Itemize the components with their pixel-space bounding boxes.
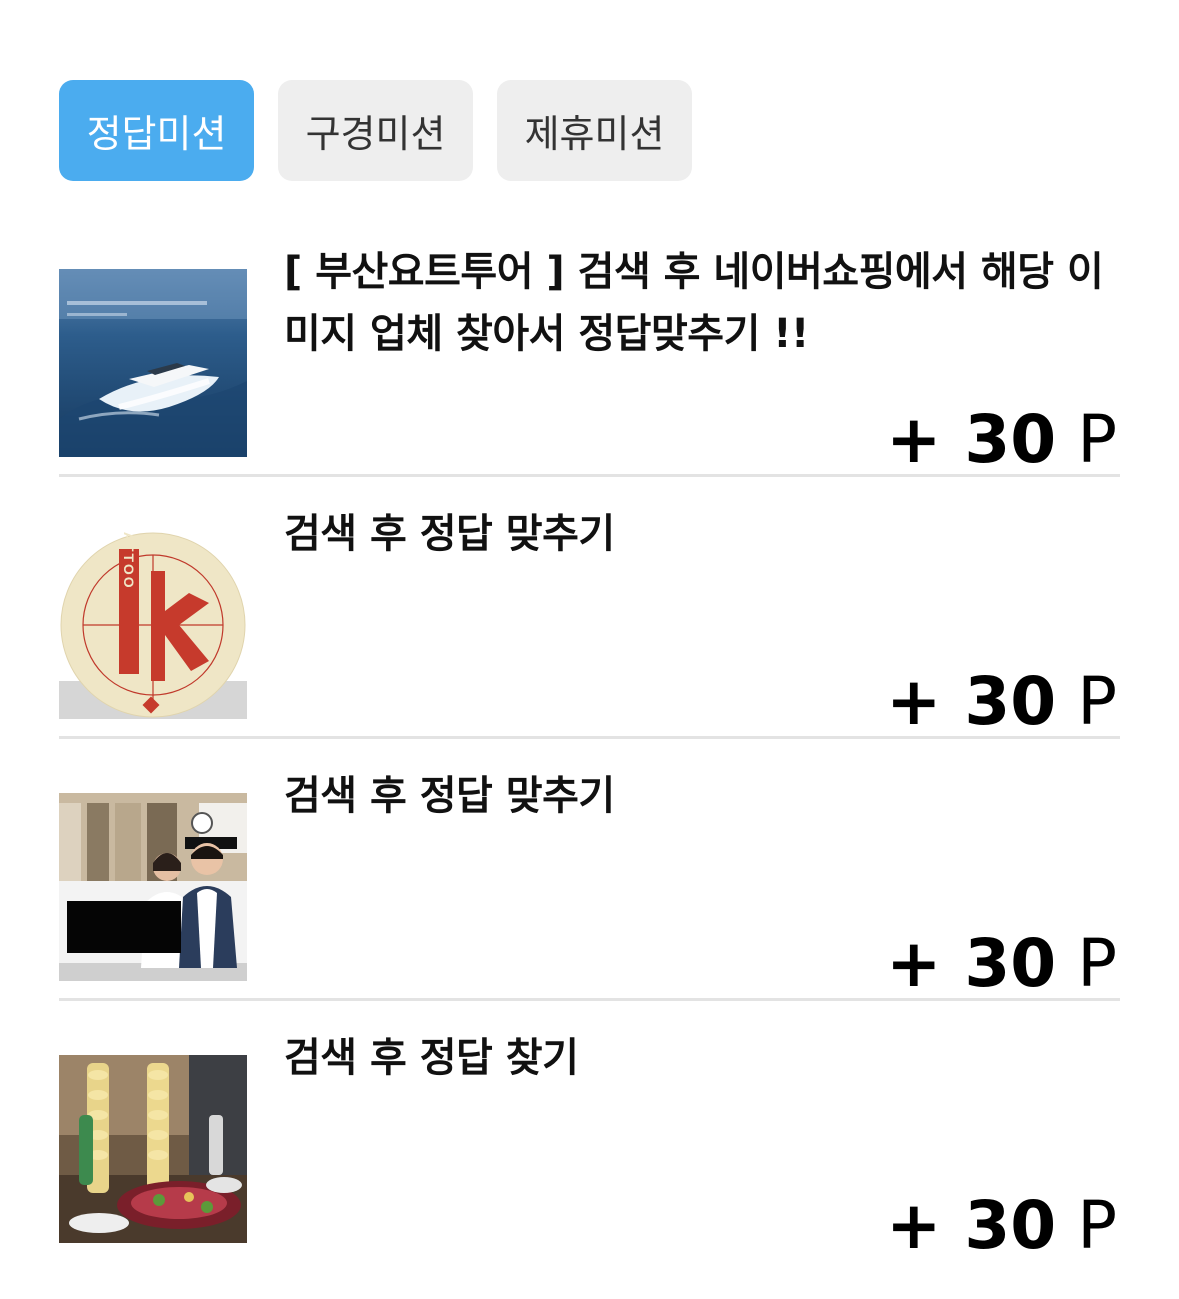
- mission-item[interactable]: [ 부산요트투어 ] 검색 후 네이버쇼핑에서 해당 이미지 업체 찾아서 정답…: [59, 215, 1120, 477]
- tattoo-logo-text: TATTOO: [121, 531, 137, 590]
- mission-title: 검색 후 정답 맞추기: [284, 511, 615, 557]
- tab-answer-mission[interactable]: 정답미션: [59, 80, 254, 181]
- mission-list: [ 부산요트투어 ] 검색 후 네이버쇼핑에서 해당 이미지 업체 찾아서 정답…: [59, 215, 1120, 1263]
- mission-item[interactable]: TATTOO 검색 후 정답 맞추기 + 30 P: [59, 477, 1120, 739]
- points-value: + 30: [886, 1187, 1057, 1264]
- tab-partner-mission[interactable]: 제휴미션: [497, 80, 692, 181]
- yacht-image: [59, 269, 247, 457]
- points-unit: P: [1077, 663, 1117, 740]
- yacht-thumbnail: [59, 269, 247, 457]
- tattoo-thumbnail: TATTOO: [59, 531, 247, 719]
- mission-title: 검색 후 정답 찾기: [284, 1035, 579, 1081]
- mission-points: + 30 P: [886, 929, 1117, 999]
- points-unit: P: [1077, 401, 1117, 478]
- tab-browse-mission[interactable]: 구경미션: [278, 80, 473, 181]
- mission-points: + 30 P: [886, 667, 1117, 737]
- mission-points: + 30 P: [886, 405, 1117, 475]
- points-value: + 30: [886, 925, 1057, 1002]
- points-value: + 30: [886, 663, 1057, 740]
- clinic-doctors-image: [59, 793, 247, 981]
- tattoo-logo-image: TATTOO: [59, 531, 247, 719]
- restaurant-food-image: [59, 1055, 247, 1243]
- mission-item[interactable]: 검색 후 정답 맞추기 + 30 P: [59, 739, 1120, 1001]
- points-unit: P: [1077, 925, 1117, 1002]
- mission-title: [ 부산요트투어 ] 검색 후 네이버쇼핑에서 해당 이미지 업체 찾아서 정답…: [284, 249, 1104, 357]
- points-unit: P: [1077, 1187, 1117, 1264]
- clinic-thumbnail: [59, 793, 247, 981]
- mission-points: + 30 P: [886, 1191, 1117, 1261]
- points-value: + 30: [886, 401, 1057, 478]
- mission-item[interactable]: 검색 후 정답 찾기 + 30 P: [59, 1001, 1120, 1263]
- mission-tabs: 정답미션 구경미션 제휴미션: [59, 80, 692, 181]
- mission-title: 검색 후 정답 맞추기: [284, 773, 615, 819]
- restaurant-thumbnail: [59, 1055, 247, 1243]
